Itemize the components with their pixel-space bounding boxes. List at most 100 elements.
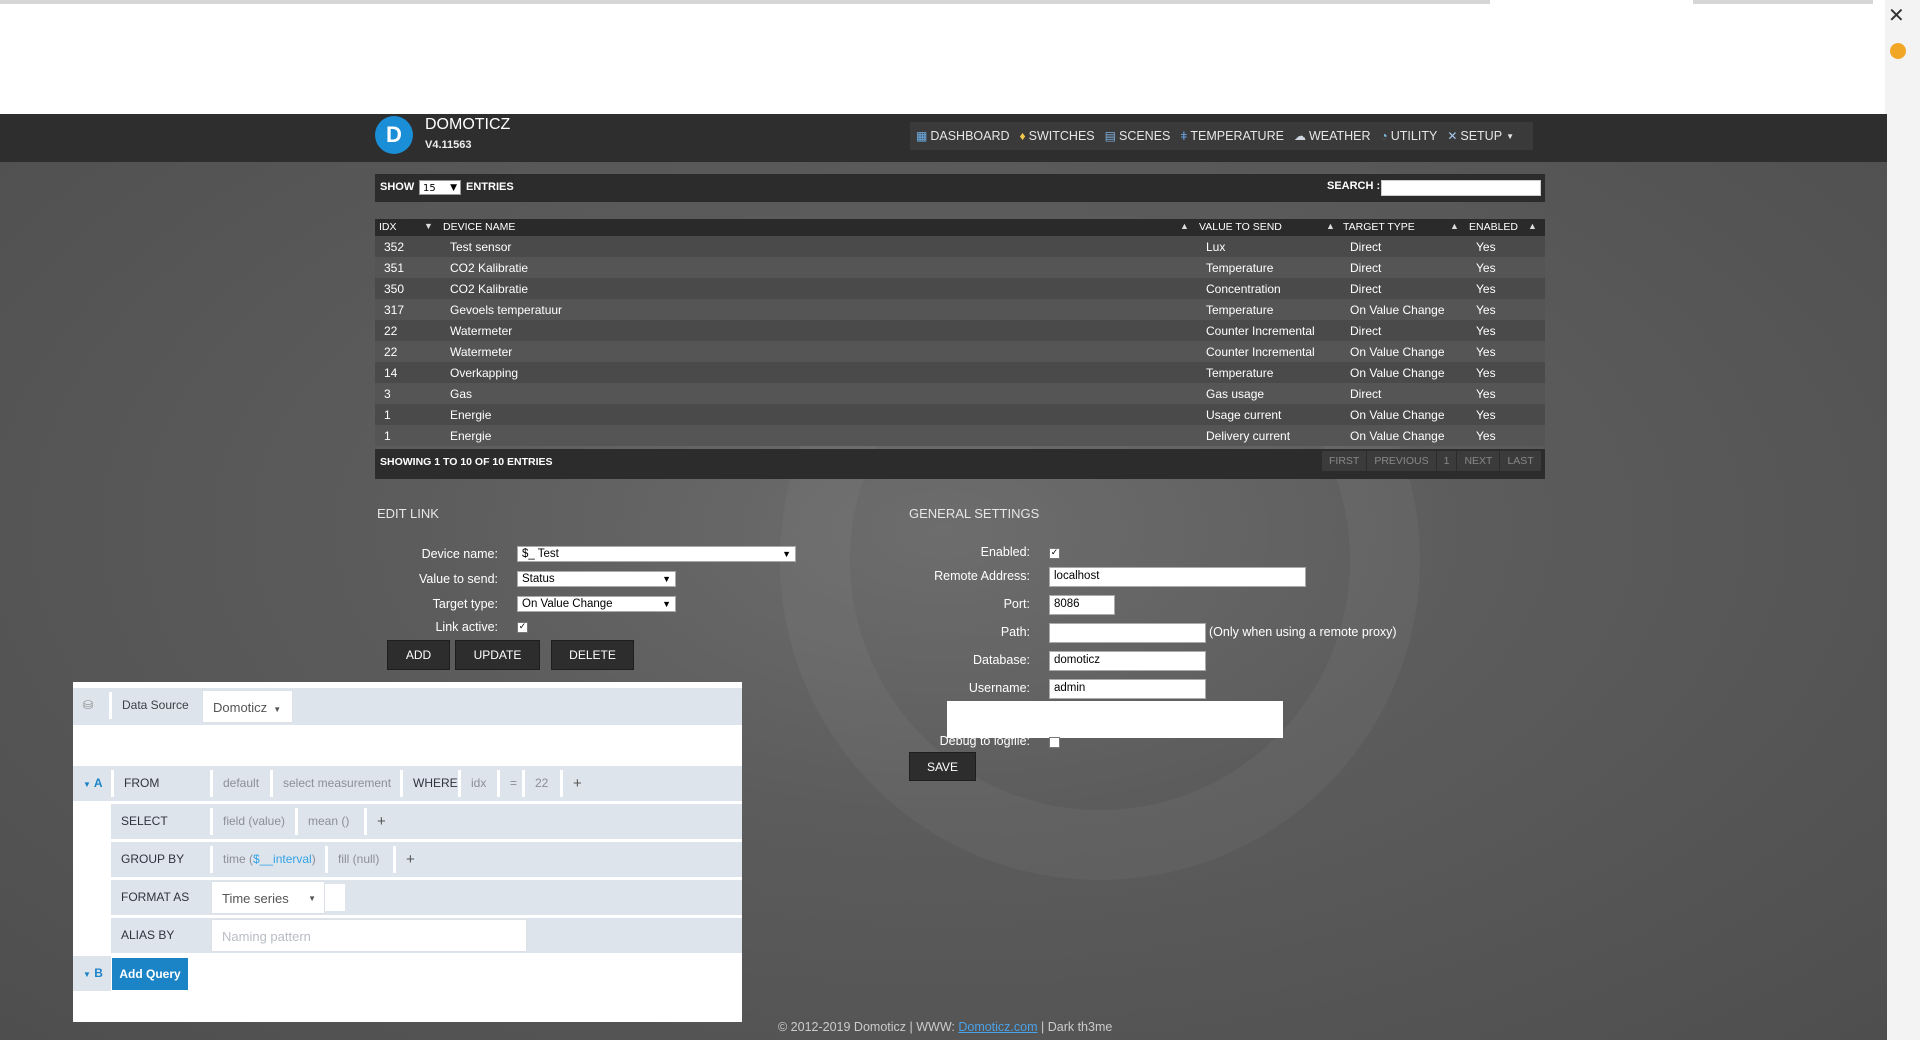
alias-by-row: ALIAS BY Naming pattern: [111, 918, 742, 953]
table-row[interactable]: 3 Gas Gas usage Direct Yes: [375, 383, 1545, 404]
query-a-from-row: ▼ A FROM default select measurement WHER…: [73, 766, 742, 801]
update-button[interactable]: UPDATE: [455, 640, 540, 670]
nav-switches[interactable]: ♦ SWITCHES: [1020, 129, 1095, 143]
table-row[interactable]: 352 Test sensor Lux Direct Yes: [375, 236, 1545, 257]
cell-target-type: Direct: [1350, 324, 1382, 338]
pager-next[interactable]: NEXT: [1457, 451, 1501, 471]
password-input-overlay[interactable]: [947, 701, 1283, 738]
pager-first[interactable]: FIRST: [1322, 451, 1368, 471]
extension-icon[interactable]: [1890, 43, 1906, 59]
sort-icon[interactable]: ▲: [1528, 221, 1537, 231]
search-label: SEARCH :: [1327, 180, 1381, 192]
table-row[interactable]: 14 Overkapping Temperature On Value Change Y…: [375, 362, 1545, 383]
table-row[interactable]: 317 Gevoels temperatuur Temperature On Valu…: [375, 299, 1545, 320]
data-source-value: Domoticz: [213, 700, 268, 715]
nav-scenes[interactable]: ▤ SCENES: [1105, 129, 1171, 143]
enabled-checkbox[interactable]: ✓: [1049, 548, 1060, 559]
table-row[interactable]: 350 CO2 Kalibratie Concentration Direct Yes: [375, 278, 1545, 299]
username-input[interactable]: admin: [1049, 679, 1206, 699]
search-input[interactable]: [1381, 180, 1541, 196]
port-input[interactable]: 8086: [1049, 595, 1115, 615]
target-type-select[interactable]: On Value Change ▼: [517, 596, 676, 612]
query-a-collapse[interactable]: ▼ A: [73, 770, 111, 797]
value-to-send-value: Status: [522, 573, 555, 585]
select-function[interactable]: mean (): [295, 808, 364, 835]
table-row[interactable]: 22 Watermeter Counter Incremental On Value …: [375, 341, 1545, 362]
from-measurement[interactable]: select measurement: [270, 770, 400, 797]
nav-dashboard[interactable]: ▦ DASHBOARD: [916, 129, 1010, 143]
where-operator[interactable]: =: [497, 770, 522, 797]
table-row[interactable]: 1 Energie Delivery current On Value Change Y…: [375, 425, 1545, 446]
version-label: V4.11563: [425, 139, 472, 151]
column-header-target-type[interactable]: TARGET TYPE: [1343, 221, 1415, 233]
pager-page-1[interactable]: 1: [1436, 451, 1458, 471]
cell-idx: 1: [384, 408, 391, 422]
sort-icon[interactable]: ▲: [1450, 221, 1459, 231]
group-by-label: GROUP BY: [111, 846, 210, 873]
data-source-select[interactable]: Domoticz ▼: [202, 690, 293, 723]
path-label: Path:: [1000, 625, 1030, 639]
port-label: Port:: [1003, 597, 1030, 611]
cell-value-to-send: Concentration: [1206, 282, 1281, 296]
chevron-down-icon: ▼: [83, 970, 91, 979]
cell-idx: 3: [384, 387, 391, 401]
column-header-value-to-send[interactable]: VALUE TO SEND: [1199, 221, 1282, 233]
group-by-time[interactable]: time ($__interval): [210, 846, 325, 873]
cell-enabled: Yes: [1476, 366, 1496, 380]
chevron-down-icon: ▼: [782, 549, 791, 559]
path-input[interactable]: [1049, 623, 1206, 643]
table-row[interactable]: 351 CO2 Kalibratie Temperature Direct Yes: [375, 257, 1545, 278]
sort-icon[interactable]: ▲: [1326, 221, 1335, 231]
domoticz-logo-icon[interactable]: D: [375, 116, 413, 154]
query-b-collapse[interactable]: ▼ B: [73, 960, 111, 987]
cell-idx: 317: [384, 303, 405, 317]
select-field[interactable]: field (value): [210, 808, 295, 835]
nav-setup[interactable]: ✕ SETUP ▼: [1447, 129, 1517, 143]
add-query-button[interactable]: Add Query: [112, 958, 188, 990]
save-button[interactable]: SAVE: [909, 752, 976, 781]
debug-checkbox[interactable]: [1049, 737, 1060, 748]
group-by-fill[interactable]: fill (null): [325, 846, 393, 873]
nav-utility[interactable]: ◔ UTILITY: [1381, 129, 1438, 143]
cell-target-type: On Value Change: [1350, 429, 1445, 443]
browser-top-line-right: [1693, 0, 1873, 4]
cell-idx: 1: [384, 429, 391, 443]
chevron-down-icon: ▼: [1506, 131, 1514, 141]
footer-link[interactable]: Domoticz.com: [958, 1020, 1037, 1034]
table-row[interactable]: 1 Energie Usage current On Value Change Yes: [375, 404, 1545, 425]
nav-temperature[interactable]: ǂ TEMPERATURE: [1180, 129, 1284, 143]
cell-enabled: Yes: [1476, 240, 1496, 254]
format-as-select[interactable]: Time series ▼: [211, 881, 325, 914]
enabled-label: Enabled:: [980, 545, 1030, 559]
nav-weather[interactable]: ☁ WEATHER: [1294, 129, 1371, 143]
cell-enabled: Yes: [1476, 324, 1496, 338]
alias-by-input[interactable]: Naming pattern: [211, 919, 527, 952]
cell-value-to-send: Lux: [1206, 240, 1226, 254]
remote-address-input[interactable]: localhost: [1049, 567, 1306, 587]
delete-button[interactable]: DELETE: [551, 640, 634, 670]
add-group-by-button[interactable]: +: [393, 846, 423, 873]
sort-icon[interactable]: ▲: [1180, 221, 1189, 231]
entries-per-page-select[interactable]: 15 ▼: [419, 180, 461, 195]
close-icon[interactable]: ✕: [1888, 4, 1908, 26]
pager-last[interactable]: LAST: [1500, 451, 1542, 471]
column-header-enabled[interactable]: ENABLED: [1469, 221, 1518, 233]
database-label: Database:: [973, 653, 1030, 667]
database-input[interactable]: domoticz: [1049, 651, 1206, 671]
where-value[interactable]: 22: [522, 770, 560, 797]
add-where-button[interactable]: +: [560, 770, 590, 797]
column-header-device-name[interactable]: DEVICE NAME: [443, 221, 515, 233]
value-to-send-select[interactable]: Status ▼: [517, 571, 676, 587]
where-key[interactable]: idx: [458, 770, 497, 797]
device-name-select[interactable]: $_ Test ▼: [517, 546, 796, 562]
cell-enabled: Yes: [1476, 282, 1496, 296]
pager-previous[interactable]: PREVIOUS: [1367, 451, 1437, 471]
sort-icon[interactable]: ▼: [424, 221, 433, 231]
link-active-checkbox[interactable]: ✓: [517, 622, 528, 633]
column-header-idx[interactable]: IDX: [379, 221, 397, 233]
cell-target-type: Direct: [1350, 282, 1382, 296]
add-button[interactable]: ADD: [387, 640, 450, 670]
add-select-button[interactable]: +: [364, 808, 394, 835]
from-retention-policy[interactable]: default: [210, 770, 270, 797]
table-row[interactable]: 22 Watermeter Counter Incremental Direct Yes: [375, 320, 1545, 341]
